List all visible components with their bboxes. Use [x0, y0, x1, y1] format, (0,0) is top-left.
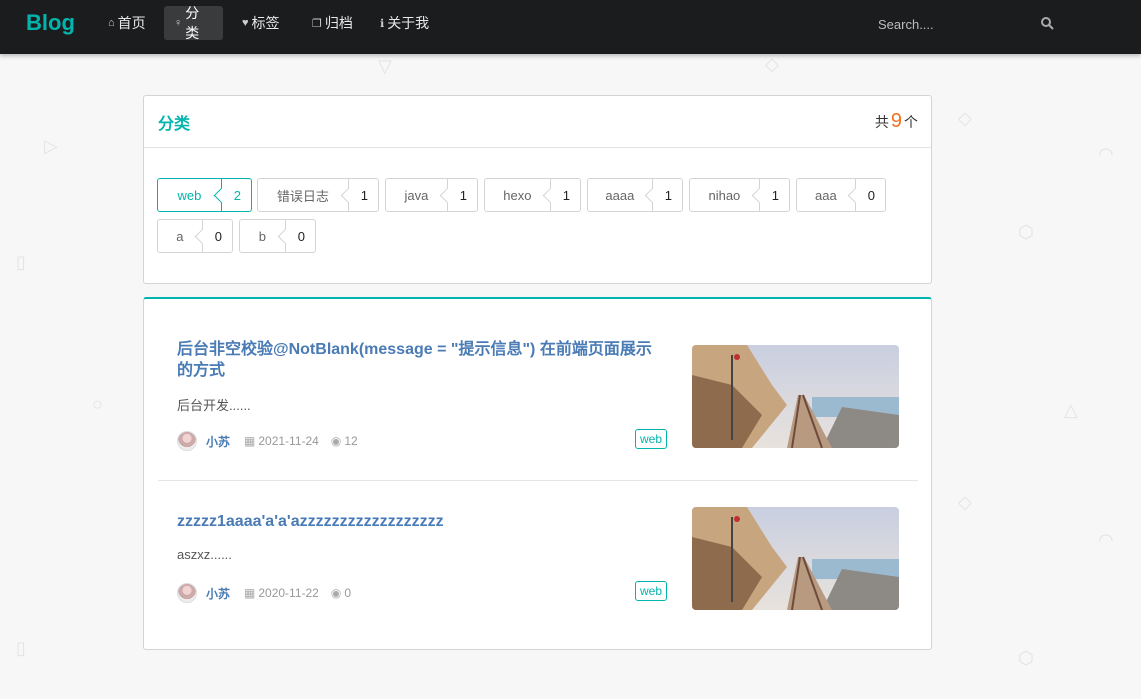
- category-nihao[interactable]: nihao 1: [689, 178, 790, 212]
- triangle-deco-icon: ▽: [378, 56, 392, 76]
- post-views: 12: [344, 434, 358, 448]
- category-name: web: [177, 187, 202, 203]
- post-thumbnail[interactable]: [692, 507, 899, 610]
- hexagon-deco-icon: ⬡: [1018, 648, 1034, 668]
- diamond-deco-icon: ◇: [958, 492, 972, 512]
- category-name: java: [404, 187, 429, 203]
- nav-item-archive[interactable]: ❐ 归档: [302, 6, 363, 40]
- category-count: 1: [446, 179, 477, 211]
- arc-deco-icon: ◠: [1098, 530, 1114, 550]
- count-number: 9: [890, 110, 902, 132]
- category-hexo[interactable]: hexo 1: [484, 178, 581, 212]
- calendar-icon: ▦: [244, 434, 256, 448]
- hexagon-deco-icon: ⬡: [1018, 222, 1034, 242]
- home-icon: ⌂: [108, 17, 115, 29]
- category-name: nihao: [708, 187, 741, 203]
- categories-title: 分类: [158, 115, 191, 133]
- arc-deco-icon: ◠: [1098, 144, 1114, 164]
- eye-icon: ◉: [330, 434, 342, 448]
- diamond-deco-icon: ◇: [958, 108, 972, 128]
- category-count: 0: [201, 220, 232, 252]
- post-item: zzzzz1aaaa'a'a'azzzzzzzzzzzzzzzzzz aszxz…: [158, 489, 918, 641]
- post-description: aszxz......: [177, 547, 232, 562]
- category-name: 错误日志: [276, 188, 329, 204]
- category-count: 0: [854, 179, 885, 211]
- categories-card-header: 分类 共 9 个: [144, 96, 931, 148]
- post-meta: 小苏 ▦ 2020-11-22 ◉ 0: [177, 583, 351, 603]
- category-b[interactable]: b 0: [239, 219, 316, 253]
- count-suffix: 个: [904, 114, 918, 130]
- category-error-log[interactable]: 错误日志 1: [257, 178, 379, 212]
- nav-item-label: 分类: [185, 5, 200, 41]
- post-author[interactable]: 小苏: [206, 585, 230, 602]
- brand-logo[interactable]: Blog: [26, 10, 75, 36]
- post-author[interactable]: 小苏: [206, 433, 230, 450]
- post-tag[interactable]: web: [635, 581, 668, 601]
- tags-icon: ♥: [242, 17, 249, 29]
- search-box: [870, 10, 1060, 38]
- nav-item-label: 归档: [324, 15, 353, 31]
- post-thumbnail[interactable]: [692, 345, 899, 448]
- post-date: 2020-11-22: [258, 586, 319, 600]
- post-date: 2021-11-24: [258, 434, 319, 448]
- category-count: 0: [284, 220, 315, 252]
- nav-item-categories[interactable]: ♀ 分类: [164, 5, 223, 41]
- circle-deco-icon: ○: [92, 394, 103, 414]
- post-item: 后台非空校验@NotBlank(message = "提示信息") 在前端页面展…: [158, 327, 918, 479]
- idea-icon: ♀: [174, 17, 183, 29]
- category-web[interactable]: web 2: [157, 178, 252, 212]
- info-icon: ℹ: [380, 17, 385, 30]
- avatar: [177, 431, 197, 451]
- clone-icon: ❐: [312, 17, 322, 30]
- post-divider: [158, 480, 918, 481]
- category-list: web 2 错误日志 1 java 1 hexo 1 aaaa 1 nihao …: [144, 148, 931, 283]
- top-navbar: Blog ⌂ 首页 ♀ 分类 ♥ 标签 ❐ 归档 ℹ 关于我: [0, 0, 1141, 54]
- category-a[interactable]: a 0: [157, 219, 233, 253]
- category-count: 1: [758, 179, 789, 211]
- nav-item-label: 首页: [117, 15, 146, 31]
- nav-item-about[interactable]: ℹ 关于我: [370, 6, 439, 40]
- count-prefix: 共: [874, 114, 889, 130]
- post-title-link[interactable]: 后台非空校验@NotBlank(message = "提示信息") 在前端页面展…: [177, 339, 667, 381]
- avatar: [177, 583, 197, 603]
- diamond-deco-icon: ◇: [765, 54, 779, 74]
- search-icon[interactable]: [1040, 16, 1054, 30]
- triangle-deco-icon: △: [1064, 400, 1078, 420]
- category-count: 2: [220, 179, 251, 211]
- categories-card: 分类 共 9 个 web 2 错误日志 1 java 1 hexo 1 aaaa…: [143, 95, 932, 284]
- search-input[interactable]: [870, 16, 1030, 32]
- nav-item-home[interactable]: ⌂ 首页: [98, 6, 156, 40]
- calendar-icon: ▦: [244, 586, 256, 600]
- triangle-deco-icon: ▷: [44, 136, 58, 156]
- categories-count: 共 9 个: [875, 110, 918, 133]
- category-java[interactable]: java 1: [385, 178, 478, 212]
- category-count: 1: [549, 179, 580, 211]
- post-views: 0: [344, 586, 352, 600]
- category-name: aaaa: [605, 187, 635, 203]
- category-count: 1: [651, 179, 682, 211]
- bar-deco-icon: ▯: [16, 252, 26, 272]
- nav-item-label: 标签: [251, 15, 280, 31]
- category-aaaa[interactable]: aaaa 1: [587, 178, 683, 212]
- category-count: 1: [347, 179, 378, 211]
- bar-deco-icon: ▯: [16, 638, 26, 658]
- post-description: 后台开发......: [177, 398, 251, 413]
- post-title-link[interactable]: zzzzz1aaaa'a'a'azzzzzzzzzzzzzzzzzz: [177, 511, 667, 532]
- category-name: hexo: [503, 187, 532, 203]
- post-list-card: 后台非空校验@NotBlank(message = "提示信息") 在前端页面展…: [143, 297, 932, 650]
- post-tag[interactable]: web: [635, 429, 668, 449]
- post-meta: 小苏 ▦ 2021-11-24 ◉ 12: [177, 431, 358, 451]
- nav-item-tags[interactable]: ♥ 标签: [232, 6, 290, 40]
- nav-item-label: 关于我: [387, 15, 430, 31]
- category-aaa[interactable]: aaa 0: [796, 178, 886, 212]
- eye-icon: ◉: [330, 586, 342, 600]
- category-name: aaa: [815, 187, 837, 203]
